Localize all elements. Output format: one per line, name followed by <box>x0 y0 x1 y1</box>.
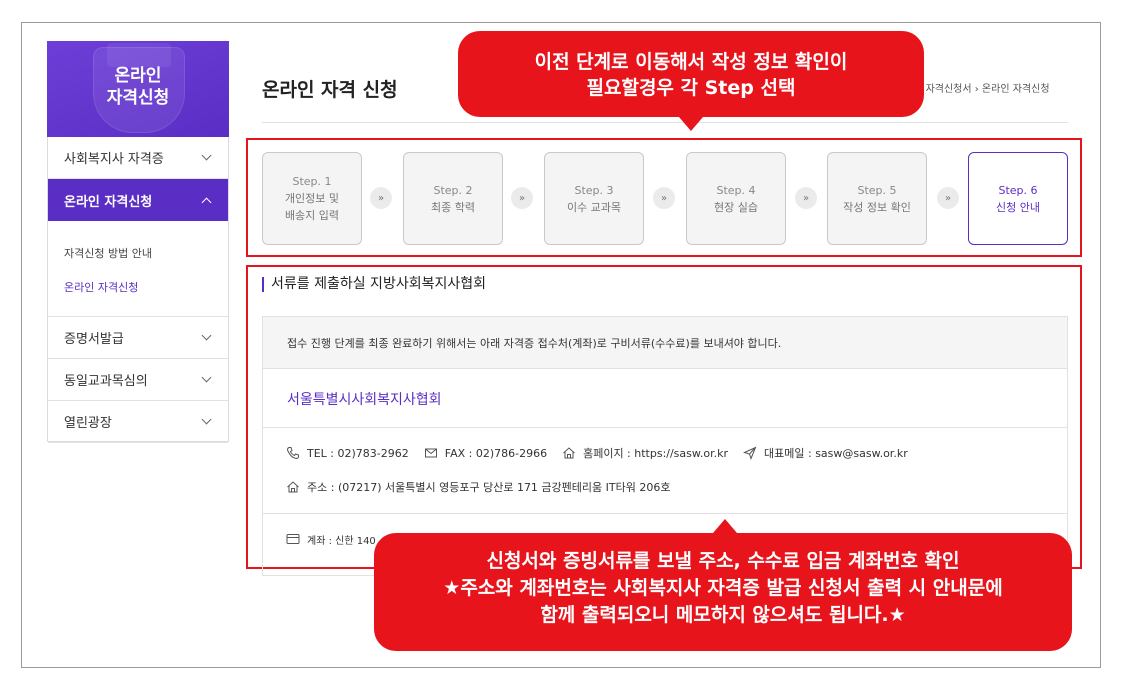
sidebar-item-label: 증명서발급 <box>64 332 124 347</box>
callout-line: 신청서와 증빙서류를 보낼 주소, 수수료 입금 계좌번호 확인 <box>486 550 960 572</box>
callout-line: 함께 출력되오니 메모하지 않으셔도 됩니다.★ <box>540 604 906 626</box>
fax-text: FAX : 02)786-2966 <box>444 446 548 460</box>
sidebar-item-label: 열린광장 <box>64 416 112 431</box>
sidebar-item-social-worker-license[interactable]: 사회복지사 자격증 <box>48 137 228 179</box>
step-label: 현장 실습 <box>714 200 758 214</box>
callout-line: 이전 단계로 이동해서 작성 정보 확인이 <box>534 51 848 73</box>
callout-tail <box>679 117 703 131</box>
chevron-down-icon <box>201 150 212 161</box>
sidebar-item-label: 동일교과목심의 <box>64 374 148 389</box>
sidebar-item-open-square[interactable]: 열린광장 <box>48 401 228 443</box>
sidebar-item-label: 온라인 자격신청 <box>64 194 153 210</box>
address-text: 주소 : (07217) 서울특별시 영등포구 당산로 171 금강펜테리움 I… <box>307 481 671 494</box>
account-row: 계좌 : 신한 140 <box>285 531 376 547</box>
breadcrumb[interactable]: 라인 자격신청서 › 온라인 자격신청 <box>904 80 1050 95</box>
step-number: Step. 3 <box>574 183 614 197</box>
step-label: 이수 교과목 <box>566 200 622 214</box>
tel-text: TEL : 02)783-2962 <box>307 446 409 460</box>
email-link[interactable]: 대표메일 : sasw@sasw.or.kr <box>764 445 908 461</box>
section-title: 서류를 제출하실 지방사회복지사협회 <box>262 277 486 292</box>
step-5-button[interactable]: Step. 5 작성 정보 확인 <box>827 152 927 245</box>
panel-divider <box>263 513 1067 514</box>
step-label: 작성 정보 확인 <box>843 200 911 214</box>
home-icon <box>561 445 577 461</box>
address-row: 주소 : (07217) 서울특별시 영등포구 당산로 171 금강펜테리움 I… <box>285 479 670 495</box>
chevron-down-icon <box>201 372 212 383</box>
double-chevron-right-icon: » <box>795 187 817 209</box>
sidebar-item-label: 사회복지사 자격증 <box>64 152 164 167</box>
mail-icon <box>423 445 439 461</box>
address-home-icon <box>285 479 301 495</box>
submenu-item-application-guide[interactable]: 자격신청 방법 안내 <box>64 245 152 261</box>
panel-divider <box>263 427 1067 428</box>
account-text: 계좌 : 신한 140 <box>307 535 376 547</box>
step-number: Step. 6 <box>998 183 1038 197</box>
step-3-button[interactable]: Step. 3 이수 교과목 <box>544 152 644 245</box>
step-4-button[interactable]: Step. 4 현장 실습 <box>686 152 786 245</box>
page-title: 온라인 자격 신청 <box>262 79 398 101</box>
sidebar-banner: 온라인 자격신청 <box>47 41 229 137</box>
callout-line: ★주소와 계좌번호는 사회복지사 자격증 발급 신청서 출력 시 안내문에 <box>443 577 1003 599</box>
send-icon <box>742 445 758 461</box>
step-label: 신청 안내 <box>996 200 1040 214</box>
chevron-up-icon <box>201 197 212 207</box>
contact-row: TEL : 02)783-2962 FAX : 02)786-2966 홈페이지… <box>285 445 908 461</box>
sidebar-item-online-application[interactable]: 온라인 자격신청 <box>48 179 228 221</box>
step-1-button[interactable]: Step. 1 개인정보 및 배송지 입력 <box>262 152 362 245</box>
sidebar-item-certificate[interactable]: 증명서발급 <box>48 317 228 359</box>
step-6-button[interactable]: Step. 6 신청 안내 <box>968 152 1068 245</box>
step-label: 최종 학력 <box>431 200 475 214</box>
double-chevron-right-icon: » <box>937 187 959 209</box>
phone-icon <box>285 445 301 461</box>
sidebar-submenu: 자격신청 방법 안내 온라인 자격신청 <box>48 221 228 317</box>
association-name: 서울특별시사회복지사협회 <box>287 392 442 408</box>
chevron-down-icon <box>201 414 212 425</box>
callout-tail <box>713 519 737 533</box>
sidebar-menu: 사회복지사 자격증 온라인 자격신청 자격신청 방법 안내 온라인 자격신청 증… <box>47 137 229 443</box>
submission-notice: 접수 진행 단계를 최종 완료하기 위해서는 아래 자격증 접수처(계좌)로 구… <box>263 317 1067 369</box>
step-number: Step. 2 <box>433 183 473 197</box>
step-label: 개인정보 및 배송지 입력 <box>284 192 340 222</box>
step-number: Step. 5 <box>857 183 897 197</box>
title-divider <box>262 122 1068 123</box>
double-chevron-right-icon: » <box>653 187 675 209</box>
callout-address-hint: 신청서와 증빙서류를 보낼 주소, 수수료 입금 계좌번호 확인 ★주소와 계좌… <box>374 519 1072 651</box>
step-number: Step. 1 <box>292 175 332 188</box>
sidebar-item-course-review[interactable]: 동일교과목심의 <box>48 359 228 401</box>
callout-step-hint: 이전 단계로 이동해서 작성 정보 확인이 필요할경우 각 Step 선택 <box>458 31 924 131</box>
chevron-down-icon <box>201 330 212 341</box>
submenu-item-online-application[interactable]: 온라인 자격신청 <box>64 279 138 295</box>
callout-line: 필요할경우 각 Step 선택 <box>586 77 796 99</box>
step-number: Step. 4 <box>716 183 756 197</box>
double-chevron-right-icon: » <box>511 187 533 209</box>
card-icon <box>285 531 301 547</box>
double-chevron-right-icon: » <box>370 187 392 209</box>
homepage-link[interactable]: 홈페이지 : https://sasw.or.kr <box>583 445 728 461</box>
step-2-button[interactable]: Step. 2 최종 학력 <box>403 152 503 245</box>
sidebar-banner-title: 온라인 자격신청 <box>106 66 170 108</box>
